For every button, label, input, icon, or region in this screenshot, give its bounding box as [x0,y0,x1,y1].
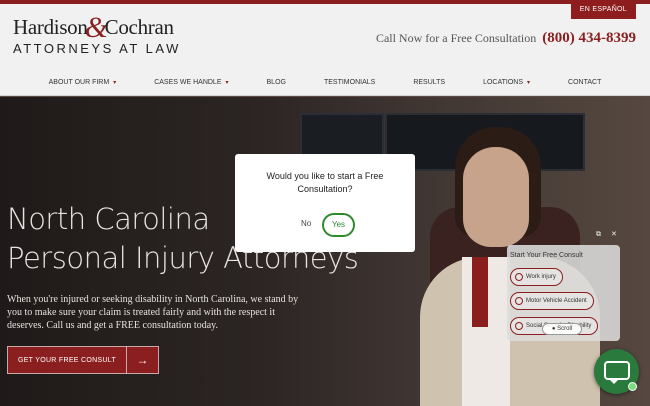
chat-launcher-button[interactable] [594,349,639,394]
logo[interactable]: Hardison&Cochran ATTORNEYS AT LAW [13,13,181,57]
dialog-question: Would you like to start a Free Consultat… [266,171,384,194]
chat-panel-controls: ⧉ ✕ [596,230,617,239]
nav-contact[interactable]: CONTACT [568,74,601,91]
chat-panel-title: Start Your Free Consult [510,252,583,259]
call-now: Call Now for a Free Consultation (800) 4… [376,30,636,47]
chevron-down-icon: ▾ [225,80,229,86]
chat-option-work-injury[interactable]: Work injury [510,268,563,286]
arrow-right-icon: → [126,347,158,373]
logo-subtitle: ATTORNEYS AT LAW [13,41,181,56]
close-icon[interactable]: ✕ [611,231,617,238]
hero-photo-attorney-face [463,147,529,247]
scroll-indicator[interactable]: ● Scroll [542,323,582,335]
nav-cases-we-handle[interactable]: CASES WE HANDLE ▾ [154,74,228,91]
hero-photo-attorney-tie [472,257,488,327]
yes-button[interactable]: Yes [322,213,355,237]
call-text: Call Now for a Free Consultation [375,31,537,45]
language-link[interactable]: EN ESPAÑOL [570,0,636,19]
logo-name-second: Cochran [104,15,174,39]
online-status-dot [628,382,637,391]
hero-description: When you're injured or seeking disabilit… [7,294,299,331]
chat-bubble-icon [604,361,630,384]
nav-testimonials[interactable]: TESTIMONIALS [324,74,375,91]
chat-option-motor-vehicle-accident[interactable]: Motor Vehicle Accident [510,292,594,310]
nav-blog[interactable]: BLOG [267,74,286,91]
nav-results[interactable]: RESULTS [413,74,445,91]
nav-locations[interactable]: LOCATIONS ▾ [483,74,530,91]
popout-icon[interactable]: ⧉ [596,231,601,238]
free-consult-label: GET YOUR FREE CONSULT [17,356,117,364]
main-nav: ABOUT OUR FIRM ▾ CASES WE HANDLE ▾ BLOG TE… [0,74,650,91]
phone-link[interactable]: (800) 434-8399 [542,30,636,46]
consult-prompt-dialog: Would you like to start a Free Consultat… [235,154,415,252]
chevron-down-icon: ▾ [113,80,117,86]
no-button[interactable]: No [301,219,311,228]
logo-name-first: Hardison [13,15,88,39]
chevron-down-icon: ▾ [527,80,531,86]
free-consult-button[interactable]: GET YOUR FREE CONSULT → [7,346,159,374]
nav-about-our-firm[interactable]: ABOUT OUR FIRM ▾ [49,74,117,91]
site-header: Hardison&Cochran ATTORNEYS AT LAW Call N… [0,4,650,96]
